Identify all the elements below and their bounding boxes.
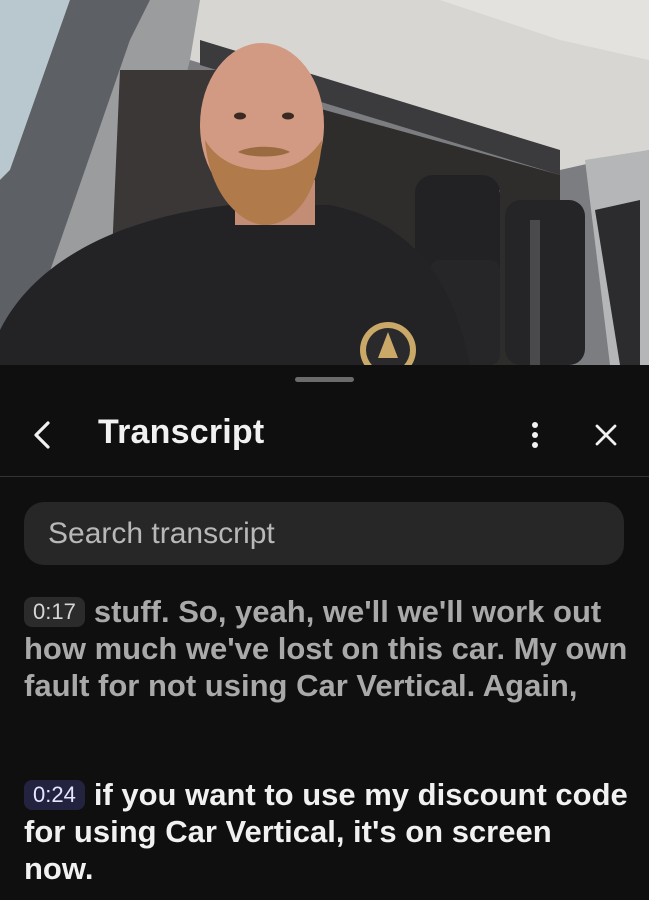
drag-handle[interactable] — [295, 377, 354, 382]
segment-text: stuff. So, yeah, we'll we'll work out ho… — [24, 594, 628, 703]
transcript-header: Transcript — [0, 395, 649, 477]
transcript-segment[interactable]: 0:17 stuff. So, yeah, we'll we'll work ou… — [24, 593, 629, 704]
transcript-segment-active[interactable]: 0:24 if you want to use my discount code … — [24, 776, 629, 887]
panel-title: Transcript — [98, 413, 265, 451]
video-player[interactable] — [0, 0, 649, 365]
search-transcript-input[interactable] — [24, 502, 624, 565]
video-frame — [0, 0, 649, 365]
close-button[interactable] — [584, 415, 628, 455]
vertical-dots-icon — [532, 422, 538, 448]
back-button[interactable] — [22, 415, 62, 455]
timestamp-chip[interactable]: 0:17 — [24, 597, 85, 627]
more-options-button[interactable] — [518, 415, 552, 455]
timestamp-chip[interactable]: 0:24 — [24, 780, 85, 810]
segment-text: if you want to use my discount code for … — [24, 777, 628, 886]
transcript-panel: Transcript 0:17stuff. So, yeah, we'll we… — [0, 365, 649, 900]
close-icon — [595, 424, 617, 446]
chevron-left-icon — [34, 421, 50, 449]
